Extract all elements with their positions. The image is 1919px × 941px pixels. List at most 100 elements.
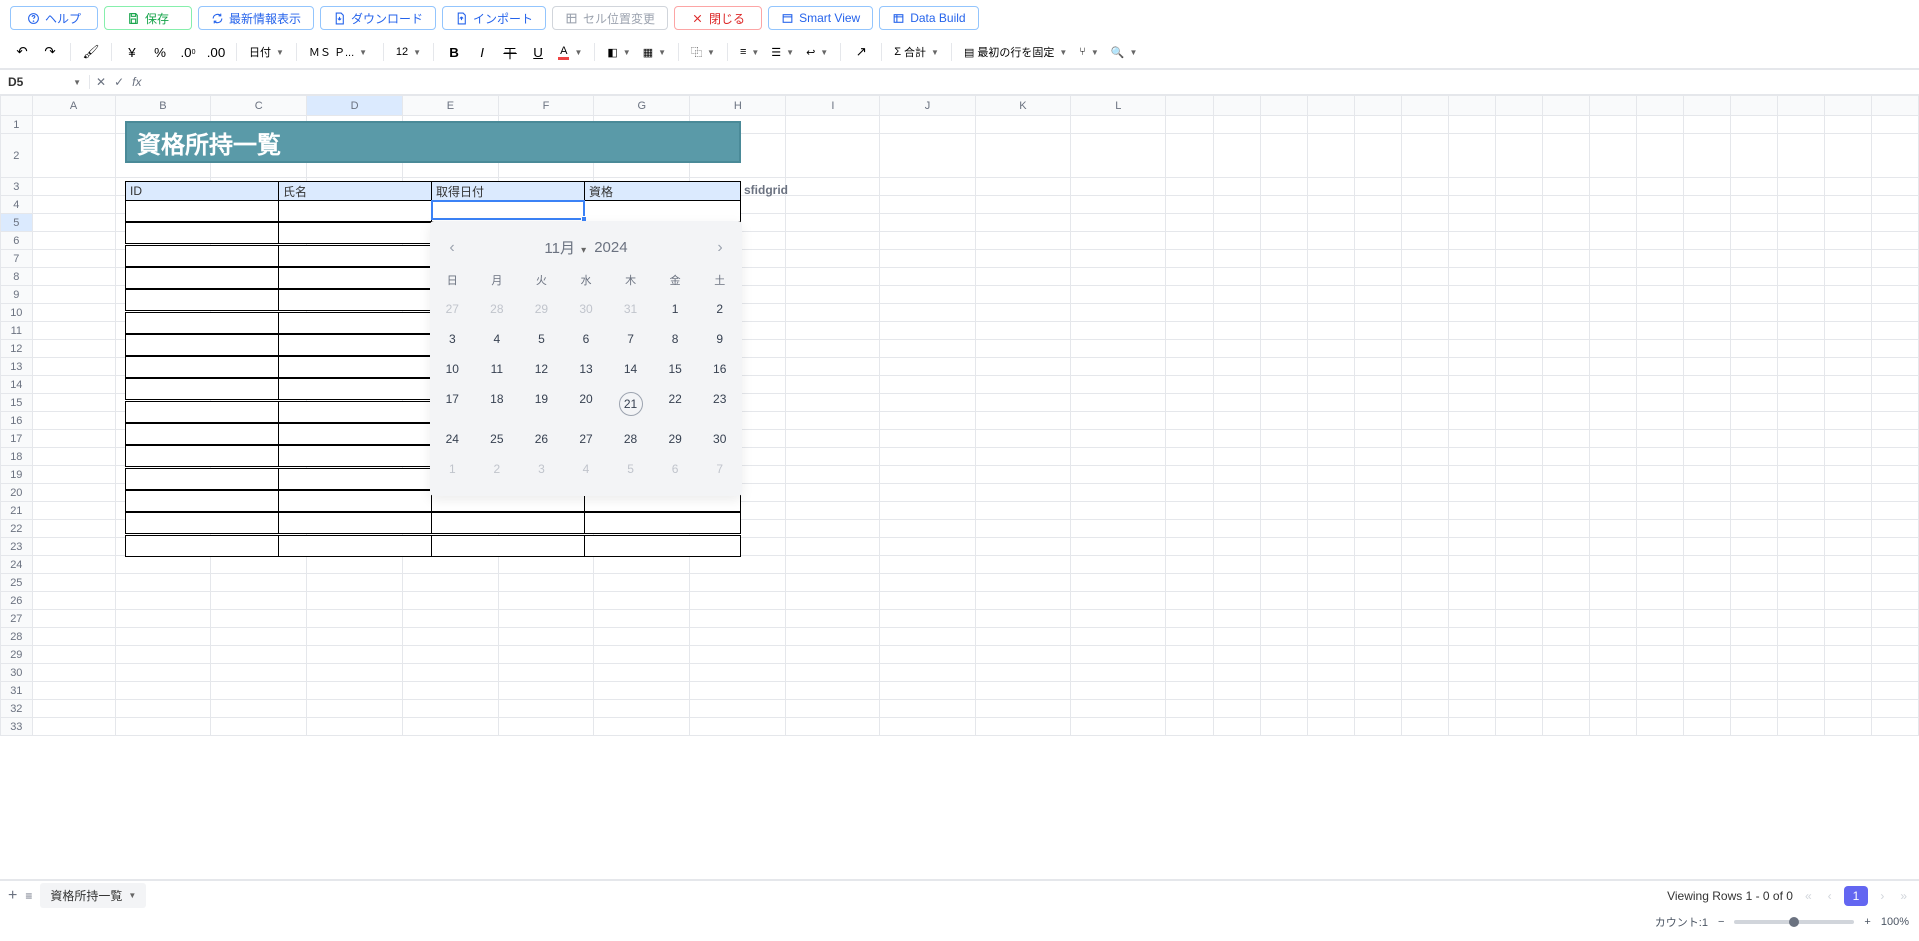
cell[interactable] (1871, 286, 1918, 304)
day-6[interactable]: 6 (653, 454, 698, 484)
day-27[interactable]: 27 (430, 294, 475, 324)
redo-button[interactable]: ↷ (38, 40, 62, 64)
day-1[interactable]: 1 (430, 454, 475, 484)
cell[interactable] (1542, 628, 1589, 646)
cell[interactable] (32, 700, 115, 718)
cell[interactable] (1495, 718, 1542, 736)
cell[interactable] (880, 538, 975, 556)
col-header-J[interactable]: J (880, 96, 975, 116)
cell[interactable] (115, 700, 211, 718)
valign-button[interactable]: ☰▼ (767, 46, 798, 59)
cell[interactable] (1213, 304, 1260, 322)
cell[interactable] (880, 718, 975, 736)
cell[interactable] (1871, 358, 1918, 376)
fillcolor-button[interactable]: ◧▼ (603, 46, 634, 59)
cell[interactable] (1542, 574, 1589, 592)
cell[interactable] (1260, 116, 1307, 134)
cell[interactable] (1260, 574, 1307, 592)
cell[interactable] (1730, 484, 1777, 502)
cell[interactable] (1777, 250, 1824, 268)
cell[interactable] (1777, 700, 1824, 718)
cell[interactable] (1354, 646, 1401, 664)
cell[interactable] (1871, 628, 1918, 646)
cell[interactable] (1495, 268, 1542, 286)
cell[interactable] (880, 232, 975, 250)
cancel-edit-icon[interactable]: ✕ (96, 75, 106, 89)
cell[interactable] (1166, 196, 1213, 214)
row-header-11[interactable]: 11 (1, 322, 33, 340)
col-header-H[interactable]: H (690, 96, 786, 116)
cell[interactable] (1307, 304, 1354, 322)
cell[interactable] (1542, 682, 1589, 700)
cell[interactable] (1307, 430, 1354, 448)
cell[interactable] (32, 484, 115, 502)
active-cell[interactable] (431, 200, 585, 220)
cell[interactable] (1824, 448, 1871, 466)
row-header-5[interactable]: 5 (1, 214, 33, 232)
merge-button[interactable]: ⿻▼ (687, 44, 719, 60)
col-header-K[interactable]: K (975, 96, 1071, 116)
cell[interactable] (1495, 700, 1542, 718)
cell[interactable] (1495, 664, 1542, 682)
cell[interactable] (307, 556, 403, 574)
cell[interactable] (1401, 268, 1448, 286)
cell[interactable] (1683, 116, 1730, 134)
cell[interactable] (115, 646, 211, 664)
cell[interactable] (1401, 134, 1448, 178)
cell[interactable] (1871, 484, 1918, 502)
cell[interactable] (786, 394, 880, 412)
cell[interactable] (1542, 394, 1589, 412)
refresh-button[interactable]: 最新情報表示 (198, 6, 314, 30)
table-cell[interactable] (278, 356, 432, 378)
cell[interactable] (1307, 358, 1354, 376)
cell[interactable] (594, 592, 690, 610)
cell[interactable] (1354, 232, 1401, 250)
table-cell[interactable] (278, 468, 432, 490)
cell[interactable] (1636, 232, 1683, 250)
day-23[interactable]: 23 (697, 384, 742, 424)
row-header-12[interactable]: 12 (1, 340, 33, 358)
cell[interactable] (1401, 358, 1448, 376)
cell[interactable] (1871, 134, 1918, 178)
row-header-31[interactable]: 31 (1, 682, 33, 700)
cell[interactable] (1448, 286, 1495, 304)
cell[interactable] (1260, 448, 1307, 466)
row-header-30[interactable]: 30 (1, 664, 33, 682)
col-header-C[interactable]: C (211, 96, 307, 116)
row-header-21[interactable]: 21 (1, 502, 33, 520)
cell[interactable] (1777, 448, 1824, 466)
cell[interactable] (1589, 340, 1636, 358)
cell[interactable] (1589, 574, 1636, 592)
cell[interactable] (1071, 196, 1166, 214)
cell[interactable] (1824, 718, 1871, 736)
table-cell[interactable] (278, 378, 432, 400)
cell[interactable] (1166, 286, 1213, 304)
cell[interactable] (1307, 700, 1354, 718)
cell[interactable] (1636, 304, 1683, 322)
day-8[interactable]: 8 (653, 324, 698, 354)
cell[interactable] (1871, 718, 1918, 736)
row-header-16[interactable]: 16 (1, 412, 33, 430)
cell[interactable] (1730, 322, 1777, 340)
cell[interactable] (1871, 214, 1918, 232)
cell[interactable] (1683, 520, 1730, 538)
cell[interactable] (1401, 286, 1448, 304)
cell[interactable] (880, 466, 975, 484)
wrap-button[interactable]: ↩▼ (802, 46, 832, 59)
table-cell[interactable] (125, 334, 279, 356)
cell[interactable] (1589, 592, 1636, 610)
cell[interactable] (1071, 394, 1166, 412)
cell[interactable] (1730, 232, 1777, 250)
cell[interactable] (880, 412, 975, 430)
cell[interactable] (786, 448, 880, 466)
cell[interactable] (975, 304, 1071, 322)
date-picker[interactable]: ‹ 11月 ▾ 2024 › 日月火水木金土272829303112345678… (430, 221, 742, 496)
cell[interactable] (1824, 520, 1871, 538)
cell[interactable] (1636, 286, 1683, 304)
cell[interactable] (1542, 250, 1589, 268)
strike-button[interactable]: 干 (498, 40, 522, 64)
cell[interactable] (1636, 682, 1683, 700)
undo-button[interactable]: ↶ (10, 40, 34, 64)
table-cell[interactable] (125, 490, 279, 512)
cell[interactable] (1401, 574, 1448, 592)
